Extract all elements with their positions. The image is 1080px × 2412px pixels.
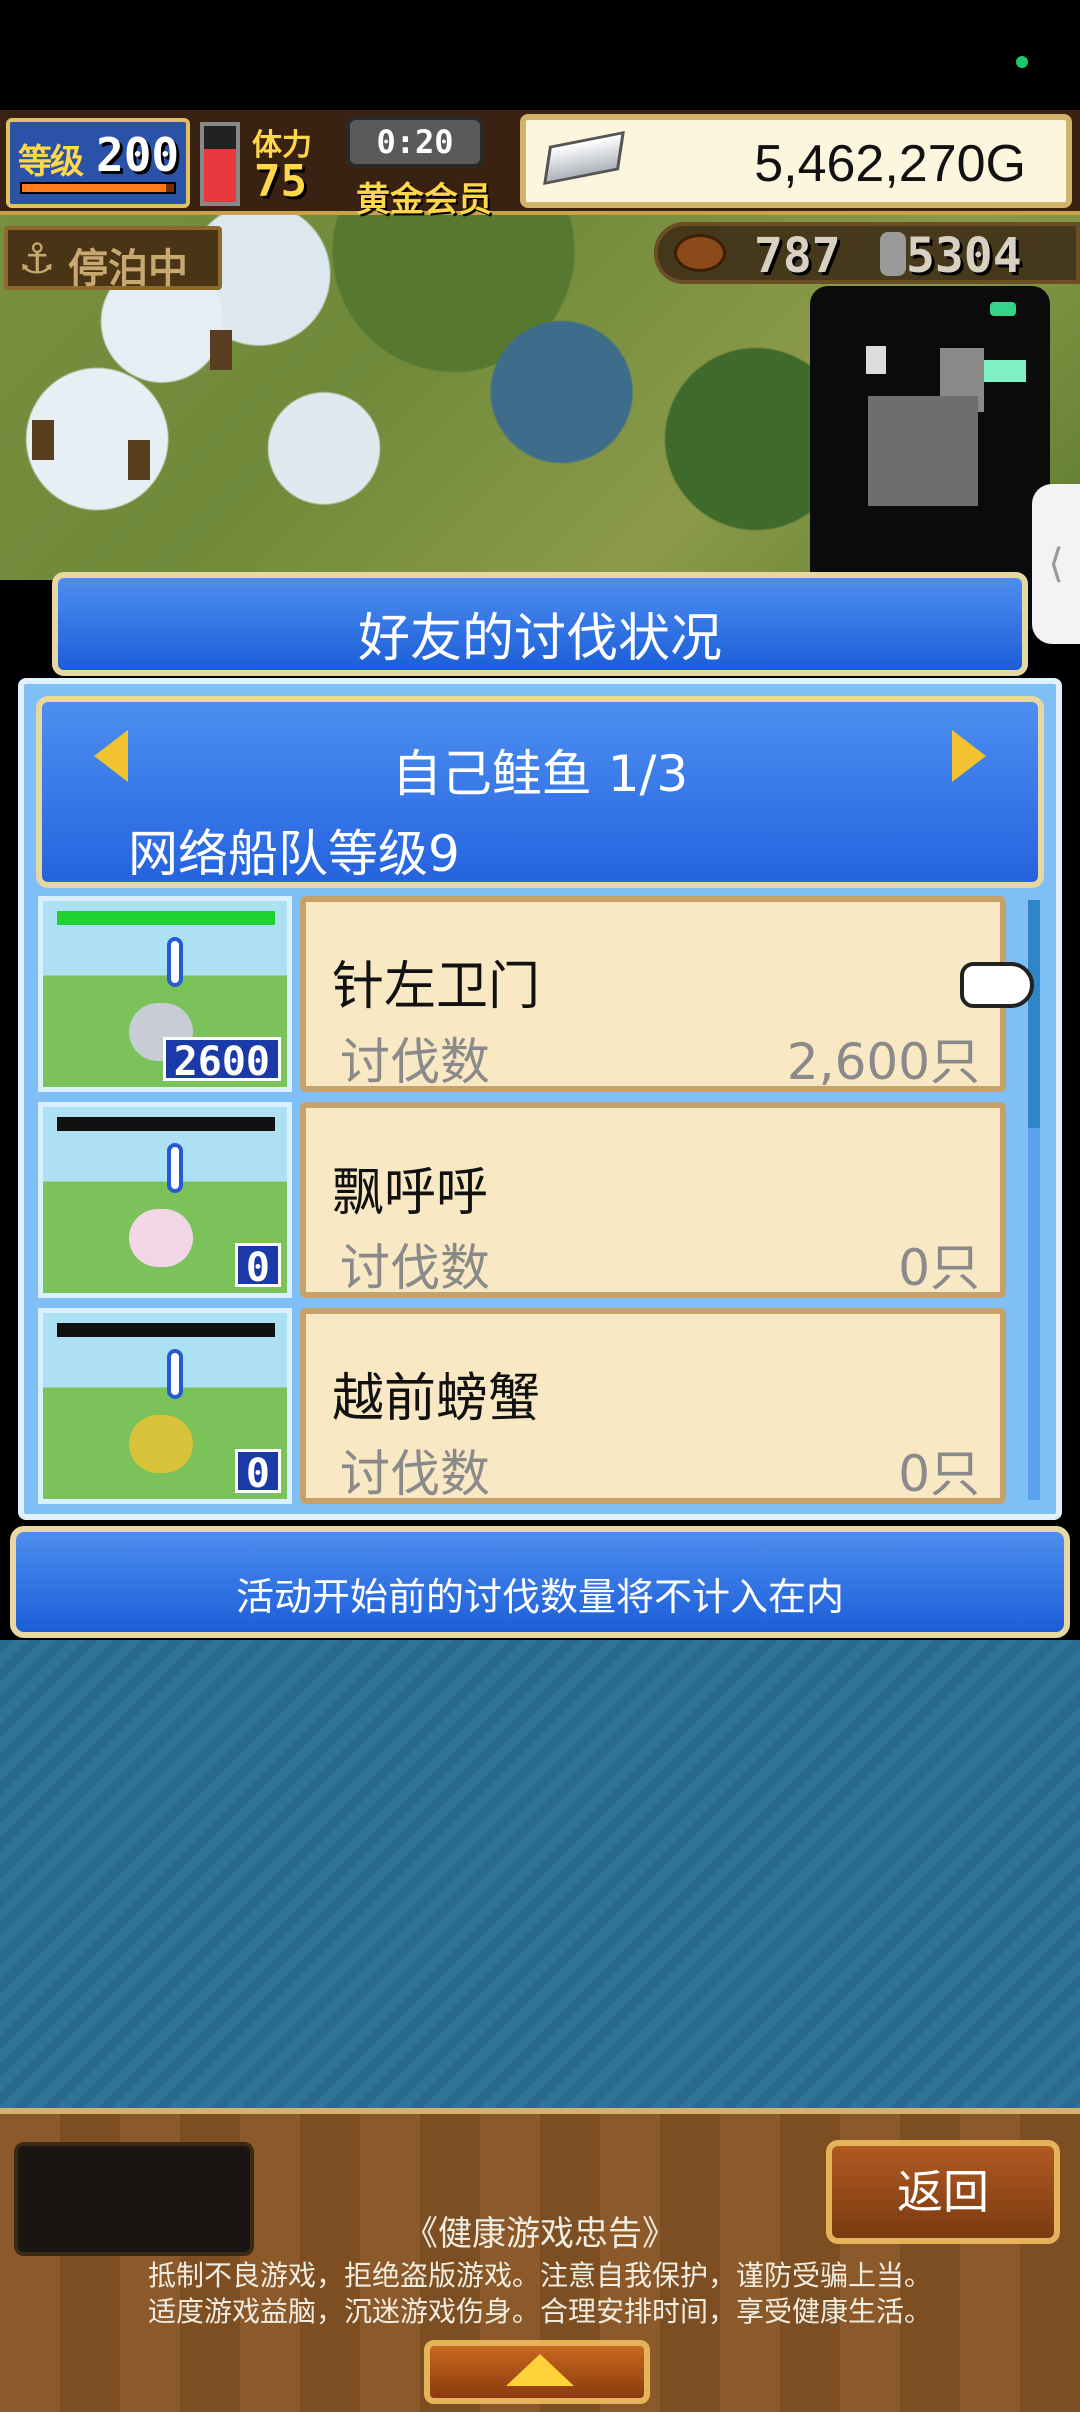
kill-count-value: 0只	[898, 1445, 980, 1503]
entry-card[interactable]: 飘呼呼 讨伐数 0只	[300, 1102, 1006, 1298]
status-indicator-icon	[1016, 56, 1028, 68]
material-value: 5304	[906, 228, 1022, 284]
kill-count-label: 讨伐数	[340, 1033, 490, 1091]
thumbnail-count: 2600	[162, 1037, 281, 1084]
gold-value: 5,462,270G	[754, 135, 1026, 193]
floating-green-block	[984, 360, 1026, 382]
entry-card[interactable]: 越前螃蟹 讨伐数 0只	[300, 1308, 1006, 1504]
gold-panel[interactable]: 5,462,270G	[520, 114, 1072, 208]
tree-trunk-icon	[128, 440, 150, 480]
bottom-panel: 返回 《健康游戏忠告》 抵制不良游戏，拒绝盗版游戏。注意自我保护，谨防受骗上当。…	[0, 2108, 1080, 2412]
monster-sprite-icon	[129, 1415, 193, 1473]
notice-banner: 活动开始前的讨伐数量将不计入在内	[10, 1526, 1070, 1638]
thumbnail-progress-bar	[57, 911, 275, 925]
level-progress-bar	[20, 182, 176, 194]
membership-badge[interactable]: 黄金会员	[356, 172, 492, 221]
next-arrow-icon[interactable]	[952, 730, 986, 782]
exclamation-icon	[167, 937, 183, 987]
anchor-icon: ⚓	[18, 234, 56, 283]
resource-bar: 787 5304	[654, 222, 1080, 284]
thumbnail-count: 0	[234, 1243, 281, 1290]
stamina-timer: 0:20	[346, 116, 484, 168]
thumbnail-progress-bar	[57, 1323, 275, 1337]
stamina-value: 75	[254, 156, 307, 207]
monster-thumbnail: 0	[38, 1102, 292, 1298]
hand-pointer-icon	[960, 962, 1034, 1008]
category-name: 自己鲑鱼 1/3	[391, 745, 689, 803]
dialog-panel: 自己鲑鱼 1/3 网络船队等级9 2600 针左卫门 讨伐数 2,600只 0	[18, 678, 1062, 1520]
floating-app-icon	[866, 346, 886, 374]
level-value: 200	[96, 128, 180, 182]
monster-thumbnail: 0	[38, 1308, 292, 1504]
exclamation-icon	[167, 1143, 183, 1193]
friend-name: 针左卫门	[332, 957, 541, 1017]
kill-count-label: 讨伐数	[340, 1445, 490, 1503]
level-progress-fill	[22, 184, 167, 192]
monster-sprite-icon	[129, 1209, 193, 1267]
entry-card[interactable]: 针左卫门 讨伐数 2,600只	[300, 896, 1006, 1092]
kill-count-value: 0只	[898, 1239, 980, 1297]
floating-blurred-block	[868, 396, 978, 506]
up-arrow-icon	[506, 2354, 574, 2386]
fleet-level-label: 网络船队等级9	[128, 825, 460, 883]
silver-bar-icon	[543, 130, 625, 186]
list-item[interactable]: 0 飘呼呼 讨伐数 0只	[38, 1102, 1042, 1300]
health-advisory-title: 《健康游戏忠告》	[404, 2214, 676, 2254]
category-selector: 自己鲑鱼 1/3 网络船队等级9	[36, 696, 1044, 888]
material-icon	[880, 232, 906, 276]
exclamation-icon	[167, 1349, 183, 1399]
health-advisory-line: 抵制不良游戏，拒绝盗版游戏。注意自我保护，谨防受骗上当。	[147, 2259, 932, 2292]
tree-trunk-icon	[210, 330, 232, 370]
stamina-gauge	[200, 122, 240, 206]
friend-name: 飘呼呼	[332, 1163, 489, 1223]
anchor-status-label: 停泊中	[68, 246, 188, 292]
dialog-header: 好友的讨伐状况	[52, 572, 1028, 676]
health-advisory-line: 适度游戏益脑，沉迷游戏伤身。合理安排时间，享受健康生活。	[147, 2295, 932, 2328]
thumbnail-progress-fill	[57, 911, 275, 925]
top-hud: 等级 200 体力 75 0:20 黄金会员 5,462,270G	[0, 110, 1080, 220]
entry-list[interactable]: 2600 针左卫门 讨伐数 2,600只 0 飘呼呼 讨伐数 0只 0 越前螃蟹…	[38, 896, 1042, 1504]
notice-text: 活动开始前的讨伐数量将不计入在内	[235, 1575, 844, 1619]
anchor-status-badge[interactable]: ⚓ 停泊中	[4, 226, 222, 292]
dialog-title: 好友的讨伐状况	[357, 609, 722, 669]
food-value: 787	[754, 228, 841, 284]
kill-count-label: 讨伐数	[340, 1239, 490, 1297]
list-item[interactable]: 0 越前螃蟹 讨伐数 0只	[38, 1308, 1042, 1506]
list-item[interactable]: 2600 针左卫门 讨伐数 2,600只	[38, 896, 1042, 1094]
kill-count-value: 2,600只	[786, 1033, 980, 1091]
side-drawer-handle[interactable]: ⟨	[1032, 484, 1080, 644]
thumbnail-count: 0	[234, 1449, 281, 1496]
tree-trunk-icon	[32, 420, 54, 460]
level-panel[interactable]: 等级 200	[6, 118, 190, 208]
level-label: 等级	[18, 142, 84, 182]
monster-thumbnail: 2600	[38, 896, 292, 1092]
stamina-gauge-fill	[204, 148, 236, 202]
friend-name: 越前螃蟹	[332, 1369, 541, 1429]
sea-background	[0, 1640, 1080, 2110]
scrollbar-thumb[interactable]	[1028, 900, 1040, 1128]
floating-window-pill-icon	[990, 302, 1016, 316]
status-bar	[0, 0, 1080, 110]
expand-menu-button[interactable]	[424, 2340, 650, 2404]
food-icon	[674, 234, 726, 272]
thumbnail-progress-bar	[57, 1117, 275, 1131]
